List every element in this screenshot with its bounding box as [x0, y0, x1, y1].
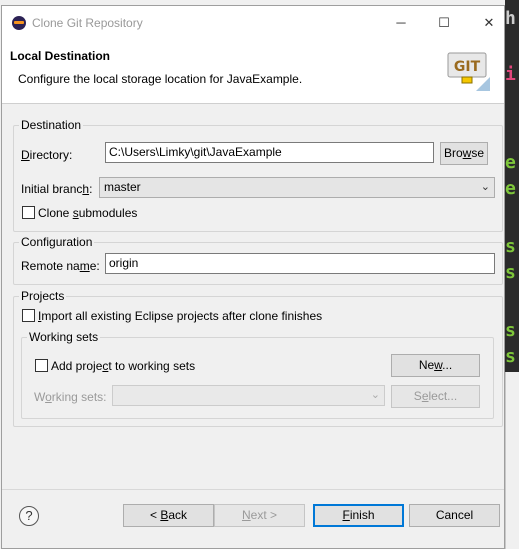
import-projects-checkbox[interactable] [22, 309, 35, 322]
working-sets-select[interactable]: ⌄ [112, 385, 385, 406]
eclipse-icon [12, 16, 26, 30]
next-button[interactable]: Next > [214, 504, 305, 527]
close-button[interactable]: ✕ [478, 12, 500, 34]
ide-code-glyph: i [505, 64, 516, 85]
footer-separator [2, 489, 504, 490]
working-sets-legend: Working sets [29, 330, 99, 344]
initial-branch-select[interactable]: master ⌄ [99, 177, 495, 198]
new-working-set-button[interactable]: New... [391, 354, 480, 377]
remote-name-input[interactable]: origin [105, 253, 495, 274]
clone-git-repository-dialog: Clone Git Repository ─ ☐ ✕ Local Destina… [1, 5, 505, 549]
select-working-set-button[interactable]: Select... [391, 385, 480, 408]
help-icon[interactable]: ? [19, 506, 39, 526]
remote-name-label: Remote name: [21, 259, 100, 273]
minimize-button[interactable]: ─ [390, 12, 412, 34]
ide-code-glyph: s [505, 320, 516, 341]
initial-branch-value: master [104, 180, 141, 194]
ide-code-glyph: s [505, 262, 516, 283]
destination-legend: Destination [21, 118, 82, 132]
ide-code-glyph: e [505, 178, 516, 199]
clone-submodules-checkbox[interactable] [22, 206, 35, 219]
ide-code-glyph: s [505, 236, 516, 257]
add-to-working-sets-label: Add project to working sets [51, 359, 196, 373]
import-projects-label: Import all existing Eclipse projects aft… [38, 309, 323, 323]
window-title: Clone Git Repository [32, 16, 143, 30]
working-sets-label: Working sets: [34, 390, 107, 404]
title-bar: Clone Git Repository ─ ☐ ✕ [2, 6, 504, 40]
background-ide-panel: h i e e s s s s [505, 0, 519, 549]
configuration-legend: Configuration [21, 235, 93, 249]
page-title: Local Destination [10, 49, 111, 63]
ide-code-glyph: e [505, 152, 516, 173]
cancel-button[interactable]: Cancel [409, 504, 500, 527]
chevron-down-icon: ⌄ [370, 389, 380, 401]
directory-input[interactable]: C:\Users\Limky\git\JavaExample [105, 142, 434, 163]
wizard-header: Local Destination Configure the local st… [2, 40, 504, 104]
initial-branch-label: Initial branch: [21, 182, 93, 196]
page-description: Configure the local storage location for… [18, 72, 303, 86]
ide-code-glyph: s [505, 346, 516, 367]
back-button[interactable]: < Back [123, 504, 214, 527]
add-to-working-sets-checkbox[interactable] [35, 359, 48, 372]
clone-submodules-label: Clone submodules [38, 206, 138, 220]
finish-button[interactable]: Finish [313, 504, 404, 527]
ide-lower-panel [505, 372, 519, 549]
maximize-button[interactable]: ☐ [433, 12, 455, 34]
chevron-down-icon: ⌄ [480, 181, 490, 193]
directory-label: Directory: [21, 148, 73, 162]
git-logo-icon: GIT [446, 49, 490, 91]
projects-legend: Projects [21, 289, 65, 303]
ide-code-glyph: h [505, 8, 516, 29]
git-logo-text: GIT [454, 59, 481, 75]
browse-button[interactable]: Browse [440, 142, 488, 165]
